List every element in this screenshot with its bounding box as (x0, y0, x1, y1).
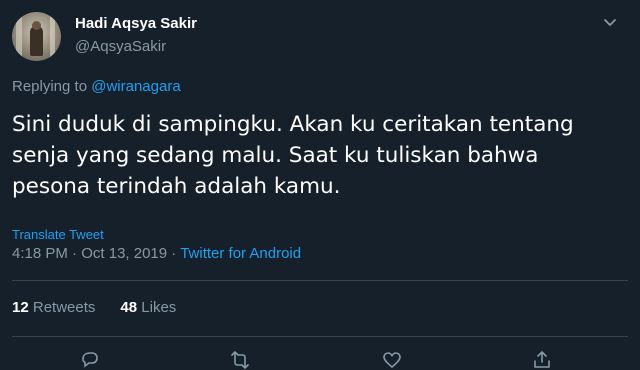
share-icon[interactable] (532, 350, 552, 370)
divider (12, 280, 628, 281)
avatar-tree (16, 12, 22, 61)
avatar-head (32, 21, 41, 30)
translate-tweet-link[interactable]: Translate Tweet (12, 227, 104, 242)
tweet-text: Sini duduk di sampingku. Akan ku ceritak… (12, 112, 574, 199)
likes-count: 48 (120, 299, 138, 316)
meta-separator: · (171, 245, 177, 262)
divider (12, 336, 628, 337)
retweets-count: 12 (12, 299, 29, 316)
retweets-stat[interactable]: 12 Retweets (12, 299, 95, 316)
tweet-date[interactable]: Oct 13, 2019 (81, 245, 167, 262)
author-handle[interactable]: @AqsyaSakir (75, 38, 166, 55)
avatar[interactable] (12, 12, 61, 61)
chevron-down-icon[interactable] (602, 14, 618, 30)
tweet-actions (0, 350, 640, 370)
reply-mention-link[interactable]: @wiranagara (91, 78, 180, 95)
retweet-icon[interactable] (230, 350, 250, 370)
avatar-figure (30, 26, 43, 56)
likes-label: Likes (141, 299, 177, 316)
meta-separator: · (72, 245, 78, 262)
tweet-time[interactable]: 4:18 PM (12, 245, 68, 262)
replying-to-label: Replying to (12, 78, 88, 95)
like-icon[interactable] (382, 350, 402, 370)
replying-to: Replying to @wiranagara (12, 78, 181, 95)
tweet-source-link[interactable]: Twitter for Android (180, 245, 301, 262)
retweets-label: Retweets (32, 299, 96, 316)
tweet-meta: 4:18 PM · Oct 13, 2019 · Twitter for And… (12, 245, 301, 262)
tweet-stats: 12 Retweets 48 Likes (12, 299, 176, 316)
avatar-tree (50, 12, 55, 61)
likes-stat[interactable]: 48 Likes (120, 299, 176, 316)
author-name[interactable]: Hadi Aqsya Sakir (75, 15, 197, 32)
reply-icon[interactable] (80, 350, 100, 370)
